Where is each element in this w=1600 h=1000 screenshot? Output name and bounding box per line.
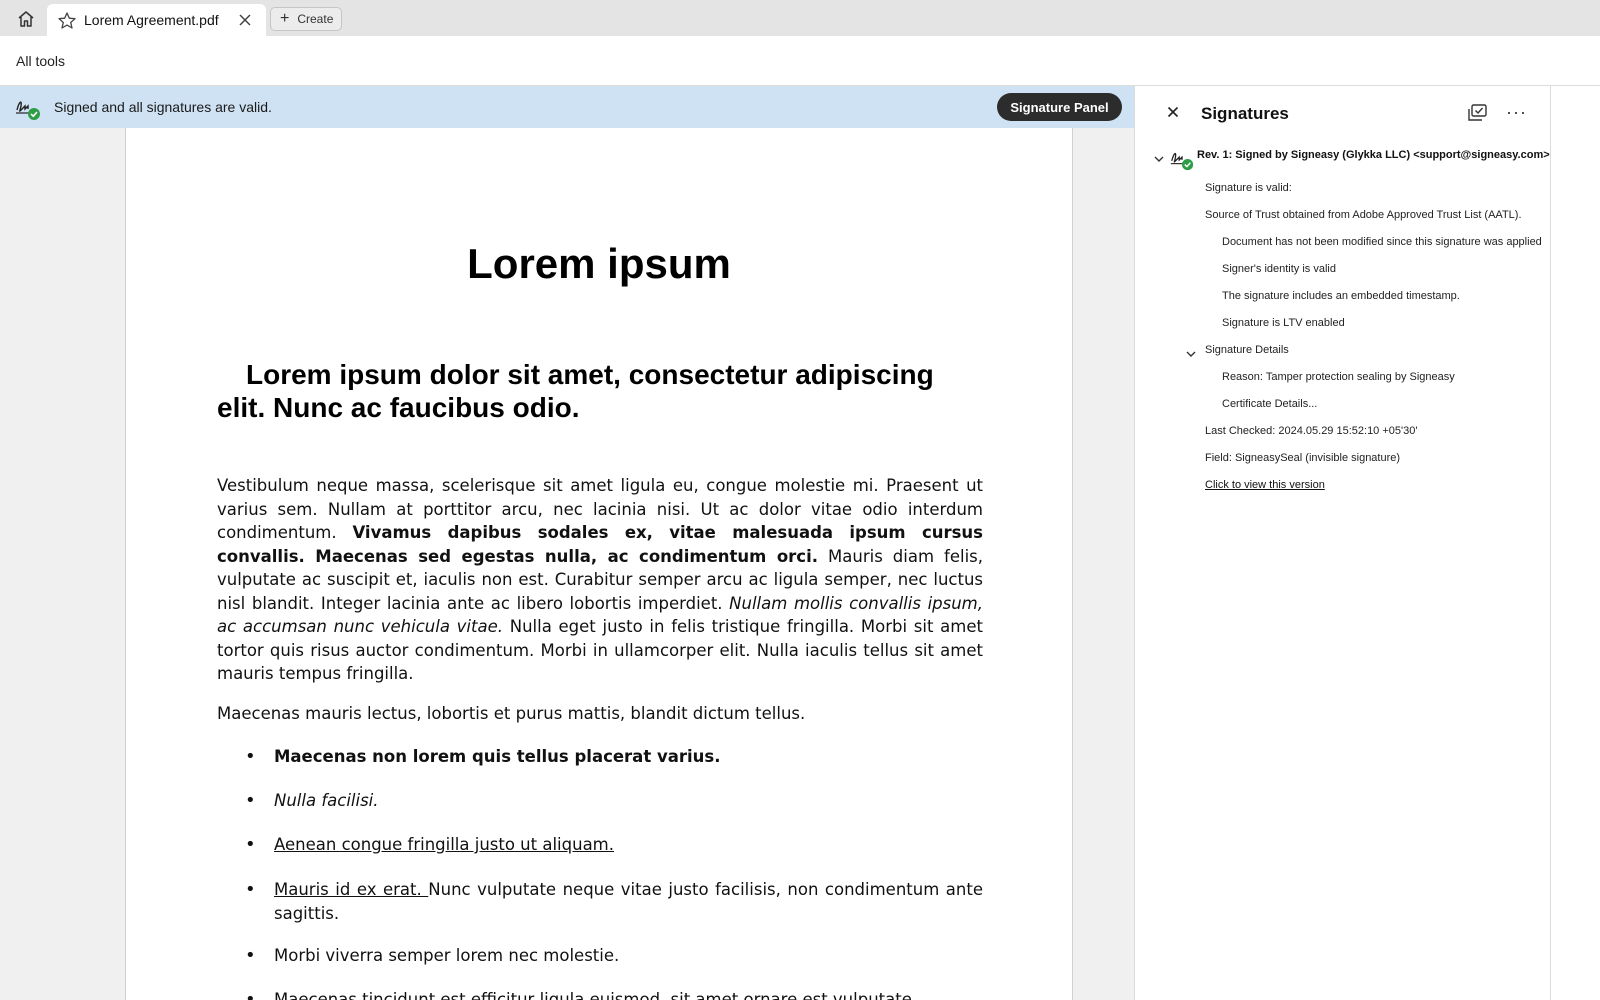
close-icon[interactable]: [237, 12, 253, 28]
bullet-list: Maecenas non lorem quis tellus placerat …: [217, 742, 983, 1000]
home-icon: [18, 11, 34, 27]
close-icon[interactable]: [1167, 106, 1179, 118]
signature-valid-icon: [1170, 152, 1194, 171]
check-item: Document has not been modified since thi…: [1222, 236, 1542, 248]
view-version-link[interactable]: Click to view this version: [1205, 479, 1325, 491]
document-viewer[interactable]: Lorem ipsum Lorem ipsum dolor sit amet, …: [0, 128, 1134, 1000]
chevron-down-icon[interactable]: [1185, 348, 1197, 360]
plus-icon: +: [280, 10, 290, 27]
popout-icon[interactable]: [1467, 103, 1489, 123]
list-item: Mauris id ex erat. Nunc vulputate neque …: [217, 878, 983, 926]
right-rail: [1551, 86, 1600, 1000]
signature-valid-label: Signature is valid:: [1205, 182, 1292, 194]
paragraph-1: Vestibulum neque massa, scelerisque sit …: [217, 474, 983, 686]
check-item: The signature includes an embedded times…: [1222, 290, 1460, 302]
bullet-text: Maecenas tincidunt est efficitur ligula …: [274, 990, 918, 1000]
create-label: Create: [297, 12, 334, 26]
check-item: Signer's identity is valid: [1222, 263, 1336, 275]
chevron-down-icon[interactable]: [1153, 153, 1165, 165]
all-tools-button[interactable]: All tools: [16, 53, 65, 69]
bullet-text: Nulla facilisi.: [274, 791, 379, 810]
list-item: Maecenas tincidunt est efficitur ligula …: [217, 988, 983, 1000]
document-title: Lorem ipsum: [467, 240, 731, 287]
list-item: Morbi viverra semper lorem nec molestie.: [217, 944, 983, 968]
last-checked: Last Checked: 2024.05.29 15:52:10 +05'30…: [1205, 425, 1418, 437]
tab-bar: Lorem Agreement.pdf + Create: [0, 0, 1600, 36]
signature-valid-icon: [16, 101, 40, 120]
bullet-text: Maecenas non lorem quis tellus placerat …: [274, 747, 721, 766]
list-item: Aenean congue fringilla justo ut aliquam…: [217, 833, 983, 857]
trust-source: Source of Trust obtained from Adobe Appr…: [1205, 209, 1522, 221]
toolbar: All tools: [0, 36, 1600, 86]
bullet-text: Morbi viverra semper lorem nec molestie.: [274, 946, 620, 965]
document-subtitle: Lorem ipsum dolor sit amet, consectetur …: [217, 359, 934, 423]
paragraph-2: Maecenas mauris lectus, lobortis et puru…: [217, 704, 806, 723]
create-button[interactable]: + Create: [270, 7, 342, 31]
bullet-text-underlined: Mauris id ex erat.: [274, 880, 429, 899]
signature-status-banner: Signed and all signatures are valid. Sig…: [0, 86, 1134, 128]
document-page: Lorem ipsum Lorem ipsum dolor sit amet, …: [125, 128, 1073, 1000]
signature-panel-button[interactable]: Signature Panel: [997, 93, 1122, 121]
tab-document[interactable]: Lorem Agreement.pdf: [47, 4, 266, 36]
bullet-text: Aenean congue fringilla justo ut aliquam…: [274, 835, 614, 854]
tab-title: Lorem Agreement.pdf: [84, 12, 219, 28]
certificate-details-link[interactable]: Certificate Details...: [1222, 398, 1317, 410]
list-item: Maecenas non lorem quis tellus placerat …: [217, 745, 983, 769]
banner-text: Signed and all signatures are valid.: [54, 99, 272, 115]
more-options-icon[interactable]: ···: [1506, 102, 1527, 123]
signature-revision-row[interactable]: Rev. 1: Signed by Signeasy (Glykka LLC) …: [1153, 146, 1550, 172]
list-item: Nulla facilisi.: [217, 789, 983, 813]
panel-title: Signatures: [1201, 104, 1289, 123]
signature-field: Field: SigneasySeal (invisible signature…: [1205, 452, 1401, 464]
signatures-panel: Signatures ··· Rev. 1: Signed by Signeas…: [1135, 86, 1551, 1000]
home-button[interactable]: [12, 6, 40, 32]
check-item: Signature is LTV enabled: [1222, 317, 1345, 329]
signature-details-toggle[interactable]: Signature Details: [1205, 344, 1289, 356]
revision-label: Rev. 1: Signed by Signeasy (Glykka LLC) …: [1197, 149, 1550, 161]
star-icon[interactable]: [57, 11, 77, 31]
signature-reason: Reason: Tamper protection sealing by Sig…: [1222, 371, 1455, 383]
